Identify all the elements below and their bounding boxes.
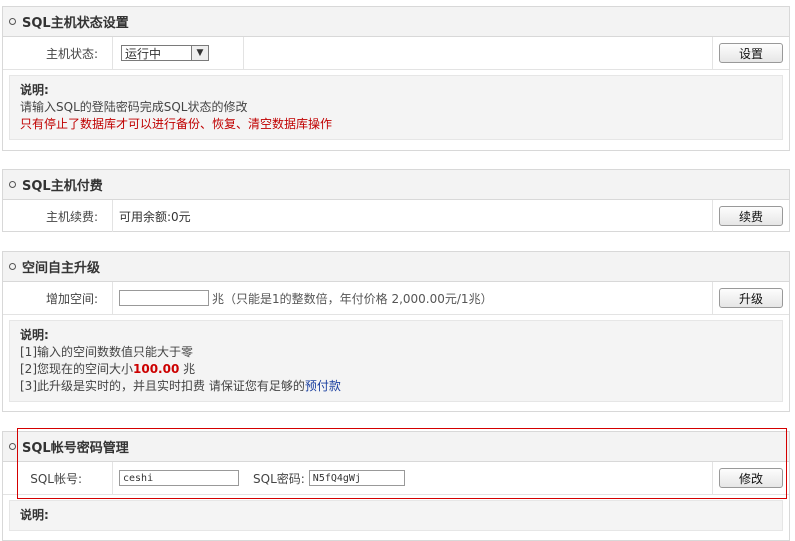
set-status-button[interactable]: 设置 (719, 43, 783, 63)
status-note-line1: 请输入SQL的登陆密码完成SQL状态的修改 (20, 100, 248, 114)
status-panel-header: SQL主机状态设置 (3, 7, 789, 37)
circle-bullet-icon (9, 181, 16, 188)
modify-button[interactable]: 修改 (719, 468, 783, 488)
add-space-input[interactable] (119, 290, 209, 306)
upgrade-note-line3: [3]此升级是实时的，并且实时扣费 请保证您有足够的预付款 (20, 378, 772, 395)
host-status-select[interactable]: 运行中 ▼ (121, 45, 209, 61)
upgrade-note-line2-prefix: [2]您现在的空间大小 (20, 362, 133, 376)
renew-label: 主机续费: (3, 200, 113, 232)
add-space-row: 增加空间: 兆（只能是1的整数倍，年付价格 2,000.00元/1兆） 升级 (3, 282, 789, 315)
upgrade-button[interactable]: 升级 (719, 288, 783, 308)
circle-bullet-icon (9, 263, 16, 270)
account-panel: SQL帐号密码管理 SQL帐号: ceshi SQL密码: N5fQ4gWj 修… (2, 431, 790, 541)
pay-panel-header: SQL主机付费 (3, 170, 789, 200)
status-panel: SQL主机状态设置 主机状态: 运行中 ▼ 设置 说明: 请输入SQL的登陆密码… (2, 6, 790, 151)
pay-panel: SQL主机付费 主机续费: 可用余额:0元 续费 (2, 169, 790, 232)
circle-bullet-icon (9, 443, 16, 450)
upgrade-note-title: 说明: (20, 328, 49, 342)
renew-button[interactable]: 续费 (719, 206, 783, 226)
account-panel-title: SQL帐号密码管理 (22, 441, 129, 456)
account-note-title: 说明: (20, 508, 49, 522)
balance-text: 可用余额:0元 (119, 209, 191, 224)
account-row: SQL帐号: ceshi SQL密码: N5fQ4gWj 修改 (3, 462, 789, 495)
circle-bullet-icon (9, 18, 16, 25)
pay-panel-title: SQL主机付费 (22, 179, 103, 194)
current-space-size: 100.00 (133, 362, 180, 376)
status-note-title: 说明: (20, 83, 49, 97)
chevron-down-icon: ▼ (191, 46, 208, 60)
prepayment-link[interactable]: 预付款 (305, 379, 341, 393)
upgrade-panel-title: 空间自主升级 (22, 261, 101, 276)
account-panel-header: SQL帐号密码管理 (3, 432, 789, 462)
add-space-hint: 兆（只能是1的整数倍，年付价格 2,000.00元/1兆） (212, 291, 493, 306)
upgrade-note-line1: [1]输入的空间数数值只能大于零 (20, 345, 193, 359)
account-input[interactable]: ceshi (119, 470, 239, 486)
password-input[interactable]: N5fQ4gWj (308, 470, 405, 486)
host-status-label: 主机状态: (3, 37, 113, 69)
host-status-select-value: 运行中 (125, 46, 162, 61)
upgrade-note-line2: [2]您现在的空间大小100.00 兆 (20, 361, 772, 378)
host-status-row: 主机状态: 运行中 ▼ 设置 (3, 37, 789, 70)
upgrade-note-line3-prefix: [3]此升级是实时的，并且实时扣费 请保证您有足够的 (20, 379, 305, 393)
upgrade-panel-header: 空间自主升级 (3, 252, 789, 282)
add-space-label: 增加空间: (3, 282, 113, 314)
upgrade-note-line2-unit: 兆 (183, 362, 196, 376)
upgrade-panel: 空间自主升级 增加空间: 兆（只能是1的整数倍，年付价格 2,000.00元/1… (2, 251, 790, 412)
status-note-warning: 只有停止了数据库才可以进行备份、恢复、清空数据库操作 (20, 117, 333, 131)
account-label: SQL帐号: (3, 462, 113, 494)
status-note: 说明: 请输入SQL的登陆密码完成SQL状态的修改 只有停止了数据库才可以进行备… (9, 75, 783, 140)
account-note: 说明: (9, 500, 783, 531)
password-label: SQL密码: (253, 471, 305, 486)
upgrade-note: 说明: [1]输入的空间数数值只能大于零 [2]您现在的空间大小100.00 兆… (9, 320, 783, 402)
renew-row: 主机续费: 可用余额:0元 续费 (3, 200, 789, 232)
status-panel-title: SQL主机状态设置 (22, 16, 129, 31)
